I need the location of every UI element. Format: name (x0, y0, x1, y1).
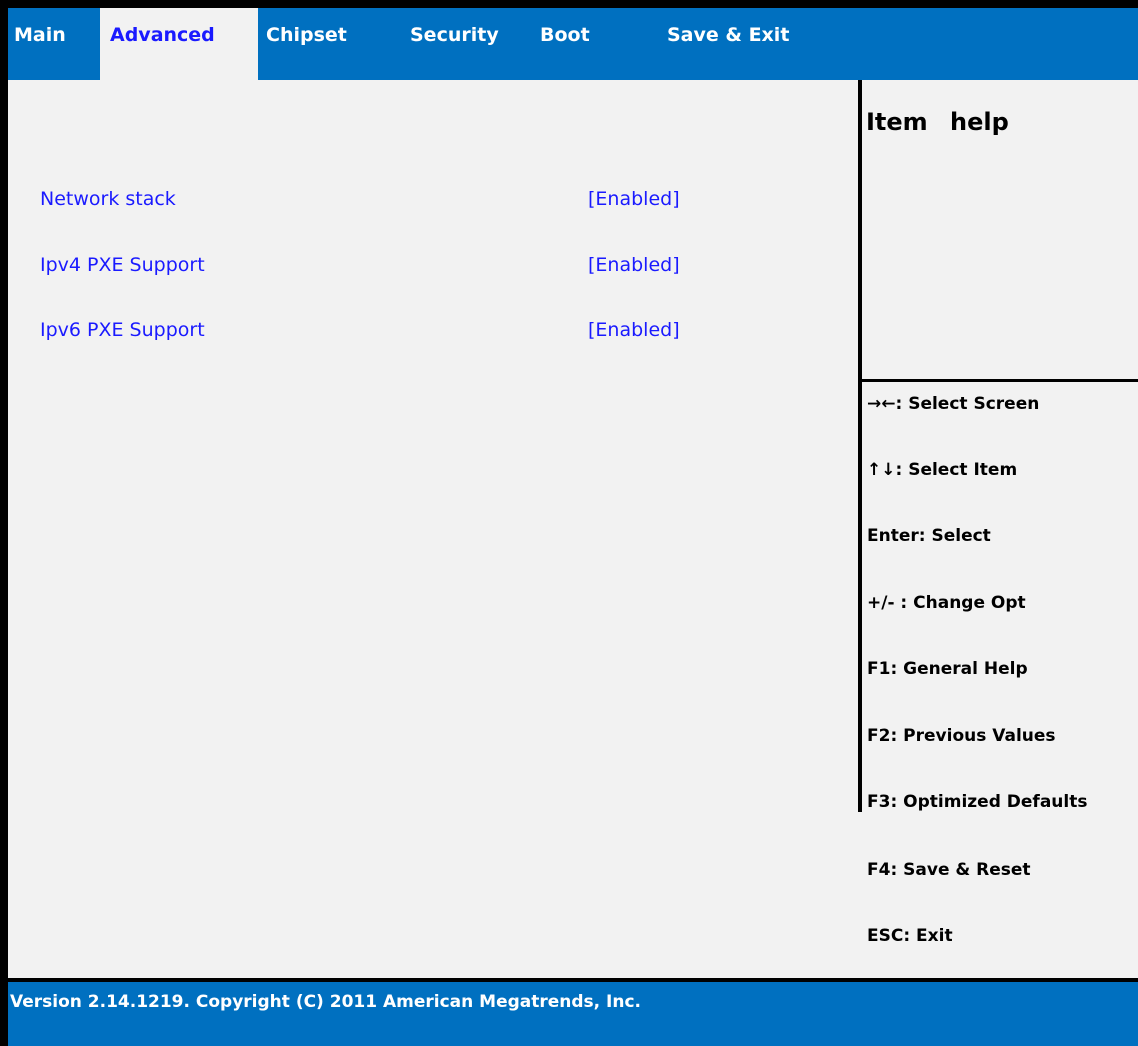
status-bar-border (8, 978, 1138, 982)
help-panel-title: Item help (866, 108, 1009, 136)
setting-value[interactable]: [Enabled] (588, 254, 680, 276)
key-hint-enter: Enter: Select (867, 526, 991, 546)
tab-main[interactable]: Main (10, 8, 100, 80)
tab-advanced[interactable]: Advanced (100, 8, 258, 80)
setting-label: Network stack (40, 188, 176, 210)
version-text: Version 2.14.1219. Copyright (C) 2011 Am… (10, 992, 642, 1012)
key-hint-previous-values: F2: Previous Values (867, 726, 1056, 746)
key-hint-optimized-defaults: F3: Optimized Defaults (867, 792, 1088, 812)
setting-ipv6-pxe-support[interactable]: Ipv6 PXE Support [Enabled] (40, 319, 740, 359)
panel-divider (858, 80, 862, 812)
bios-setup-screen: Main Advanced Chipset Security Boot Save… (8, 8, 1138, 1046)
key-hint-general-help: F1: General Help (867, 659, 1028, 679)
key-hint-select-screen: →←: Select Screen (867, 394, 1040, 414)
tab-chipset[interactable]: Chipset (266, 8, 396, 80)
settings-panel: Network stack [Enabled] Ipv4 PXE Support… (8, 80, 858, 812)
menu-bar: Main Advanced Chipset Security Boot Save… (8, 8, 1138, 80)
tab-boot[interactable]: Boot (540, 8, 650, 80)
setting-network-stack[interactable]: Network stack [Enabled] (40, 188, 740, 228)
setting-value[interactable]: [Enabled] (588, 188, 680, 210)
tab-security[interactable]: Security (410, 8, 530, 80)
help-divider (862, 379, 1138, 382)
setting-value[interactable]: [Enabled] (588, 319, 680, 341)
status-bar: Version 2.14.1219. Copyright (C) 2011 Am… (8, 982, 1138, 1046)
setting-ipv4-pxe-support[interactable]: Ipv4 PXE Support [Enabled] (40, 254, 740, 294)
setting-label: Ipv6 PXE Support (40, 319, 205, 341)
key-hint-exit: ESC: Exit (867, 926, 953, 946)
key-hint-save-reset: F4: Save & Reset (867, 860, 1031, 880)
setting-label: Ipv4 PXE Support (40, 254, 205, 276)
key-hint-change-opt: +/- : Change Opt (867, 593, 1026, 613)
tab-save-exit[interactable]: Save & Exit (667, 8, 817, 80)
key-hint-select-item: ↑↓: Select Item (867, 460, 1018, 480)
